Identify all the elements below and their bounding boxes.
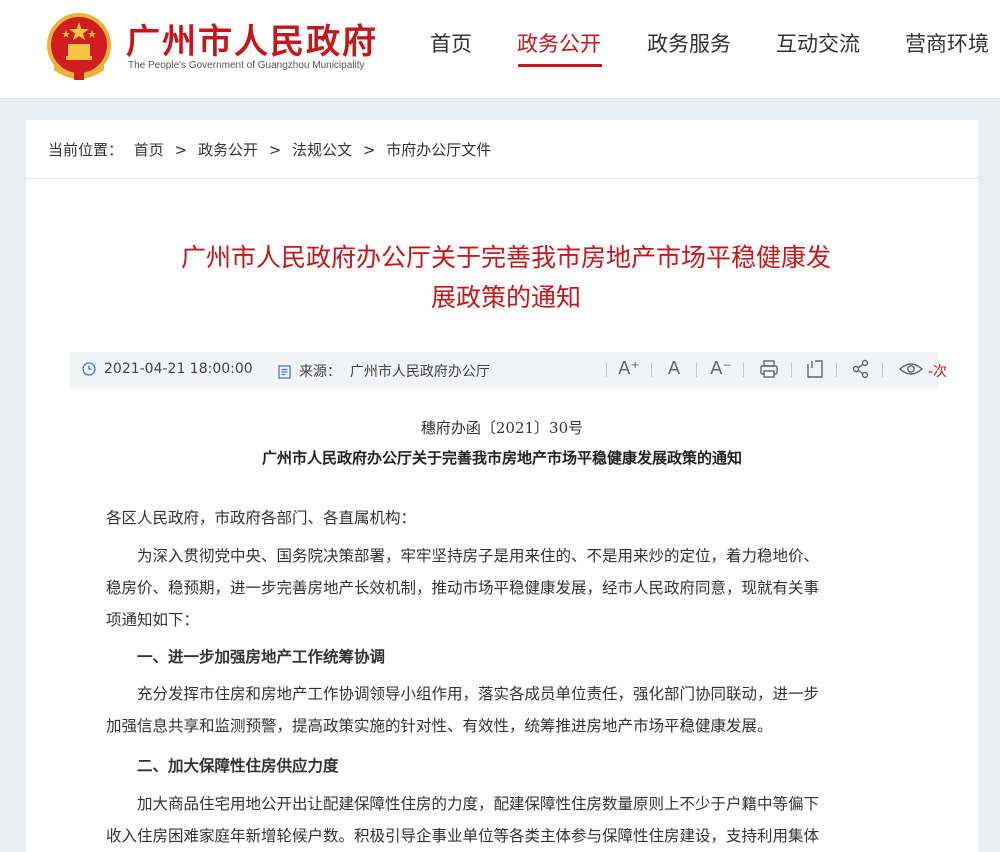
view-count: -次 [928, 364, 948, 380]
section-2-paragraph: 加大商品住宅用地公开出让配建保障性住房的力度，配建保障性住房数量原则上不少于户籍… [106, 788, 906, 852]
breadcrumb-gov-open[interactable]: 政务公开 [198, 141, 258, 159]
national-emblem-icon[interactable] [44, 12, 114, 82]
document-number: 穗府办函〔2021〕30号 [420, 419, 584, 437]
nav-interaction[interactable]: 互动交流 [776, 28, 860, 58]
paragraph-line: 充分发挥市住房和房地产工作协调领导小组作用，落实各成员单位责任，强化部门协同联动… [106, 685, 820, 703]
toolbar-divider [743, 363, 744, 377]
intro-paragraph: 为深入贯彻党中央、国务院决策部署，牢牢坚持房子是用来住的、不是用来炒的定位，着力… [106, 540, 906, 636]
bookmark-icon[interactable] [804, 358, 826, 380]
paragraph-line: 加大商品住宅用地公开出让配建保障性住房的力度，配建保障性住房数量原则上不少于户籍… [106, 795, 820, 813]
nav-gov-services[interactable]: 政务服务 [647, 28, 731, 58]
breadcrumb-separator: > [362, 141, 376, 159]
nav-business-environment[interactable]: 营商环境 [905, 28, 989, 58]
publish-date: 2021-04-21 18:00:00 [82, 361, 253, 377]
share-icon[interactable] [850, 358, 872, 380]
toolbar-divider [882, 363, 883, 377]
eye-icon [898, 363, 924, 375]
breadcrumb-regulations[interactable]: 法规公文 [292, 141, 352, 159]
toolbar-divider [836, 363, 837, 377]
breadcrumb-prefix: 当前位置： [48, 141, 124, 159]
paragraph-line: 收入住房困难家庭年新增轮候户数。积极引导企事业单位等各类主体参与保障性住房建设，… [106, 827, 820, 845]
breadcrumb-home[interactable]: 首页 [134, 141, 164, 159]
font-larger-button[interactable]: A⁺ [618, 358, 640, 380]
content-panel: 当前位置： 首页 > 政务公开 > 法规公文 > 市府办公厅文件 广州市人民政府… [26, 120, 978, 852]
breadcrumb-separator: > [268, 141, 282, 159]
paragraph-line: 为深入贯彻党中央、国务院决策部署，牢牢坚持房子是用来住的、不是用来炒的定位，着力… [106, 547, 820, 565]
paragraph-line: 项通知如下： [106, 611, 200, 629]
site-subtitle: The People's Government of Guangzhou Mun… [128, 60, 365, 71]
document-icon [278, 365, 291, 379]
breadcrumb: 当前位置： 首页 > 政务公开 > 法规公文 > 市府办公厅文件 [26, 120, 978, 179]
toolbar-divider [696, 363, 697, 377]
print-icon[interactable] [758, 358, 780, 380]
document-title: 广州市人民政府办公厅关于完善我市房地产市场平稳健康发展政策的通知 [261, 449, 742, 467]
salutation: 各区人民政府，市政府各部门、各直属机构： [106, 509, 417, 527]
breadcrumb-separator: > [174, 141, 188, 159]
site-title[interactable]: 广州市人民政府 [126, 14, 378, 63]
article-title-line1: 广州市人民政府办公厅关于完善我市房地产市场平稳健康发 [180, 243, 831, 272]
source-value: 广州市人民政府办公厅 [349, 364, 490, 380]
nav-gov-affairs-open[interactable]: 政务公开 [517, 28, 601, 58]
source-label: 来源： [299, 364, 341, 380]
paragraph-line: 稳房价、稳预期，进一步完善房地产长效机制，推动市场平稳健康发展，经市人民政府同意… [106, 579, 820, 597]
section-1-paragraph: 充分发挥市住房和房地产工作协调领导小组作用，落实各成员单位责任，强化部门协同联动… [106, 678, 906, 742]
article-meta-bar: 2021-04-21 18:00:00 来源： 广州市人民政府办公厅 A⁺ A … [70, 352, 947, 388]
font-smaller-button[interactable]: A⁻ [710, 358, 732, 380]
article-source: 来源： 广州市人民政府办公厅 [278, 361, 490, 381]
toolbar-divider [791, 363, 792, 377]
paragraph-line: 加强信息共享和监测预警，提高政策实施的针对性、有效性，统筹推进房地产市场平稳健康… [106, 717, 773, 735]
clock-icon [82, 362, 96, 376]
toolbar-divider [651, 363, 652, 377]
article-title-line2: 展政策的通知 [430, 283, 581, 312]
nav-home[interactable]: 首页 [430, 28, 472, 58]
breadcrumb-office-docs[interactable]: 市府办公厅文件 [386, 141, 491, 159]
active-nav-indicator [518, 64, 602, 67]
publish-date-value: 2021-04-21 18:00:00 [104, 361, 253, 377]
toolbar-divider [606, 363, 607, 377]
font-normal-button[interactable]: A [663, 358, 685, 380]
section-heading-2: 二、加大保障性住房供应力度 [106, 756, 339, 775]
site-header: 广州市人民政府 The People's Government of Guang… [0, 0, 1000, 99]
article-title: 广州市人民政府办公厅关于完善我市房地产市场平稳健康发 展政策的通知 [106, 238, 906, 318]
section-heading-1: 一、进一步加强房地产工作统筹协调 [106, 647, 386, 666]
